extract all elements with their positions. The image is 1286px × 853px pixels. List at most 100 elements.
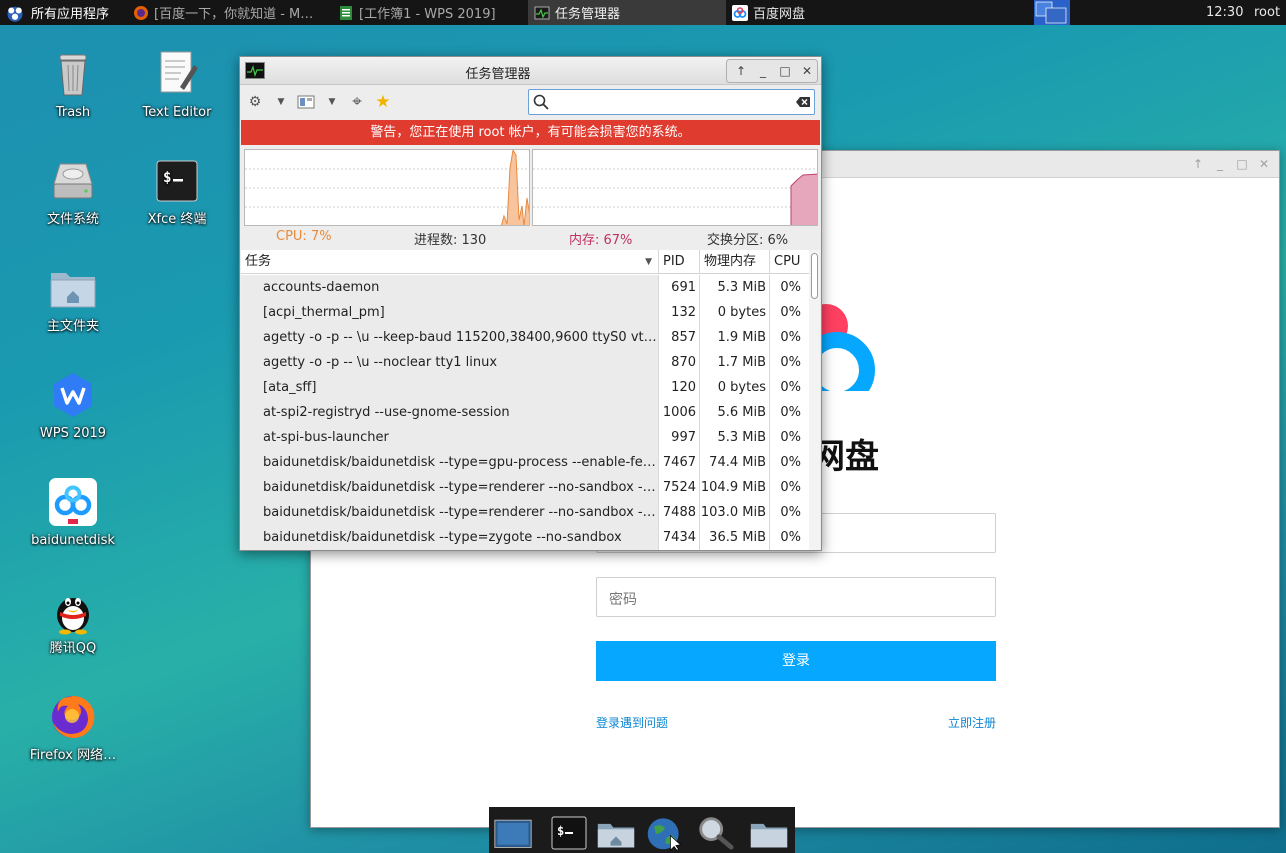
user-name[interactable]: root xyxy=(1254,0,1280,25)
memory-cell: 5.6 MiB xyxy=(700,400,770,425)
desktop-icon-baidunetdisk[interactable]: baidunetdisk xyxy=(23,477,123,549)
show-desktop-icon[interactable] xyxy=(493,813,533,851)
desktop-icon-text-editor[interactable]: Text Editor xyxy=(127,49,227,121)
sort-descending-icon: ▼ xyxy=(645,257,652,267)
memory-usage: 内存: 67% xyxy=(569,233,633,248)
svg-text:$: $ xyxy=(163,170,171,186)
process-name-cell: [ata_sff] xyxy=(241,375,659,400)
desktop-icon-home-folder[interactable]: 主文件夹 xyxy=(23,263,123,335)
column-header-task[interactable]: 任务 ▼ xyxy=(241,250,659,274)
login-button[interactable]: 登录 xyxy=(596,641,996,681)
desktop-icon-label: WPS 2019 xyxy=(39,426,107,441)
task-manager-titlebar[interactable]: 任务管理器 ↑ _ □ ✕ xyxy=(240,57,821,85)
applications-menu[interactable]: 所有应用程序 xyxy=(4,0,109,25)
process-name-cell: [acpi_thermal_pm] xyxy=(241,300,659,325)
clear-search-icon[interactable] xyxy=(795,96,811,108)
table-header: 任务 ▼ PID 物理内存 CPU xyxy=(241,250,809,274)
search-input[interactable] xyxy=(553,93,789,111)
search-field[interactable] xyxy=(528,89,815,115)
table-row[interactable]: accounts-daemon 691 5.3 MiB 0% xyxy=(241,275,809,300)
column-header-pid[interactable]: PID xyxy=(659,250,700,274)
register-link[interactable]: 立即注册 xyxy=(948,714,996,731)
top-panel: 所有应用程序 [百度一下，你就知道 - M… [工作簿1 - WPS 2019]… xyxy=(0,0,1286,25)
desktop-icon-wps[interactable]: WPS 2019 xyxy=(23,370,123,442)
table-row[interactable]: at-spi-bus-launcher 997 5.3 MiB 0% xyxy=(241,425,809,450)
process-name-cell: baidunetdisk/baidunetdisk --type=zygote … xyxy=(241,525,659,550)
minimize-icon[interactable]: _ xyxy=(1213,157,1227,171)
taskbar-item-baidunetdisk[interactable]: 百度网盘 xyxy=(726,0,924,25)
process-name-cell: agetty -o -p -- \u --keep-baud 115200,38… xyxy=(241,325,659,350)
table-row[interactable]: [acpi_thermal_pm] 132 0 bytes 0% xyxy=(241,300,809,325)
table-row[interactable]: baidunetdisk/baidunetdisk --type=zygote … xyxy=(241,525,809,550)
crosshair-icon[interactable]: ⌖ xyxy=(348,93,366,111)
desktop-icon-label: Xfce 终端 xyxy=(147,212,207,227)
column-header-memory[interactable]: 物理内存 xyxy=(700,250,770,274)
close-icon[interactable]: ✕ xyxy=(1257,157,1271,171)
star-icon[interactable]: ★ xyxy=(374,93,392,111)
process-name-cell: agetty -o -p -- \u --noclear tty1 linux xyxy=(241,350,659,375)
task-manager-toolbar: ⚙ ▼ ▼ ⌖ ★ xyxy=(240,86,821,118)
taskbar-item-wps[interactable]: [工作簿1 - WPS 2019] xyxy=(332,0,527,25)
column-header-cpu[interactable]: CPU xyxy=(770,250,809,274)
cpu-cell: 0% xyxy=(780,455,801,470)
table-row[interactable]: baidunetdisk/baidunetdisk --type=rendere… xyxy=(241,500,809,525)
clock[interactable]: 12:30 xyxy=(1206,0,1243,25)
memory-cell: 74.4 MiB xyxy=(700,450,770,475)
table-row[interactable]: baidunetdisk/baidunetdisk --type=rendere… xyxy=(241,475,809,500)
password-field[interactable]: 密码 xyxy=(596,577,996,617)
login-problem-link[interactable]: 登录遇到问题 xyxy=(596,714,668,731)
minimize-icon[interactable]: _ xyxy=(756,64,770,78)
desktop-icon-label: baidunetdisk xyxy=(31,533,115,548)
table-row[interactable]: agetty -o -p -- \u --noclear tty1 linux 8… xyxy=(241,350,809,375)
maximize-icon[interactable]: □ xyxy=(1235,157,1249,171)
pid-cell: 132 xyxy=(659,300,700,325)
window-title: 任务管理器 xyxy=(465,67,531,82)
view-dropdown-icon[interactable]: ▼ xyxy=(323,93,341,111)
memory-cell: 0 bytes xyxy=(700,375,770,400)
maximize-icon[interactable]: □ xyxy=(778,64,792,78)
table-row[interactable]: agetty -o -p -- \u --keep-baud 115200,38… xyxy=(241,325,809,350)
taskbar-item-label: 百度网盘 xyxy=(753,7,806,22)
desktop-icon-trash[interactable]: Trash xyxy=(23,49,123,121)
search-icon[interactable] xyxy=(695,813,735,851)
window-up-icon[interactable]: ↑ xyxy=(1191,157,1205,171)
pid-cell: 691 xyxy=(659,275,700,300)
wps-icon xyxy=(48,370,98,420)
file-manager-icon[interactable] xyxy=(749,813,789,851)
baidunetdisk-icon xyxy=(48,477,98,527)
close-icon[interactable]: ✕ xyxy=(800,64,814,78)
columns-view-icon[interactable] xyxy=(297,93,315,111)
process-count: 进程数: 130 xyxy=(414,233,487,248)
cpu-cell: 0% xyxy=(780,355,801,370)
taskbar-item-task-manager[interactable]: 任务管理器 xyxy=(528,0,726,25)
desktop-icon-firefox[interactable]: Firefox 网络… xyxy=(23,692,123,764)
desktop-icon-qq[interactable]: 腾讯QQ xyxy=(23,585,123,657)
terminal-icon[interactable]: $ xyxy=(549,813,589,851)
desktop-icon-filesystem[interactable]: 文件系统 xyxy=(23,156,123,228)
home-folder-icon[interactable] xyxy=(596,813,636,851)
table-row[interactable]: at-spi2-registryd --use-gnome-session 100… xyxy=(241,400,809,425)
settings-dropdown-icon[interactable]: ▼ xyxy=(272,93,290,111)
scrollbar-thumb[interactable] xyxy=(811,253,818,299)
bottom-dock: $ xyxy=(489,807,795,853)
web-browser-icon[interactable] xyxy=(645,813,685,851)
home-folder-icon xyxy=(48,263,98,313)
process-name-cell: at-spi2-registryd --use-gnome-session xyxy=(241,400,659,425)
memory-cell: 1.7 MiB xyxy=(700,350,770,375)
cpu-cell: 0% xyxy=(780,305,801,320)
pid-cell: 120 xyxy=(659,375,700,400)
settings-icon[interactable]: ⚙ xyxy=(246,93,264,111)
desktop-icon-terminal[interactable]: $ Xfce 终端 xyxy=(127,156,227,228)
vertical-scrollbar[interactable] xyxy=(809,250,820,550)
table-row[interactable]: baidunetdisk/baidunetdisk --type=gpu-pro… xyxy=(241,450,809,475)
workspace-switcher[interactable] xyxy=(1034,0,1070,25)
cpu-cell: 0% xyxy=(780,280,801,295)
memory-cell: 5.3 MiB xyxy=(700,425,770,450)
table-row[interactable]: [ata_sff] 120 0 bytes 0% xyxy=(241,375,809,400)
desktop-icon-label: 文件系统 xyxy=(46,212,99,227)
window-up-icon[interactable]: ↑ xyxy=(734,64,748,78)
pid-cell: 7524 xyxy=(659,475,700,500)
pid-cell: 7434 xyxy=(659,525,700,550)
process-name-cell: at-spi-bus-launcher xyxy=(241,425,659,450)
taskbar-item-firefox[interactable]: [百度一下，你就知道 - M… xyxy=(127,0,327,25)
